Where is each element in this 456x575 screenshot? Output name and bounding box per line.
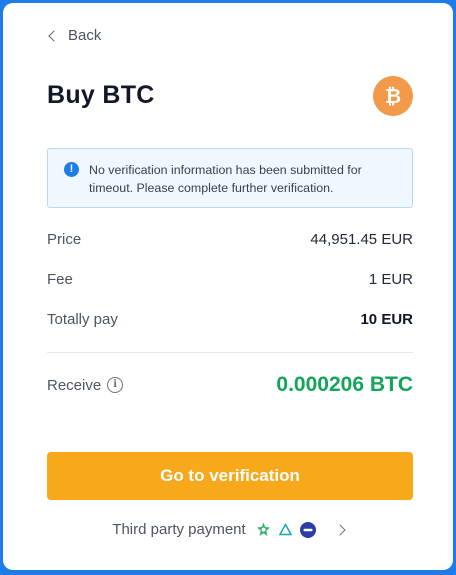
fee-value: 1 EUR	[368, 271, 413, 288]
notice-text: No verification information has been sub…	[89, 163, 362, 195]
verification-notice: ! No verification information has been s…	[47, 148, 413, 208]
back-button[interactable]: Back	[47, 27, 101, 44]
third-party-payment-link[interactable]: Third party payment	[3, 521, 453, 538]
svg-text:₿: ₿	[385, 84, 401, 108]
page-title: Buy BTC	[47, 81, 155, 109]
price-value: 44,951.45 EUR	[310, 231, 413, 248]
green-star-icon	[256, 522, 270, 536]
triangle-logo-icon	[278, 523, 292, 536]
info-icon[interactable]: i	[107, 377, 124, 393]
divider	[47, 352, 413, 353]
receive-value: 0.000206 BTC	[276, 373, 413, 396]
price-label: Price	[47, 231, 82, 248]
third-party-label: Third party payment	[112, 521, 246, 538]
fee-row: Fee 1 EUR	[47, 271, 413, 288]
payment-provider-icons	[256, 521, 316, 538]
fee-label: Fee	[47, 271, 73, 288]
receive-row: Receive i 0.000206 BTC	[47, 373, 413, 397]
total-label: Totally pay	[47, 311, 118, 328]
buy-card: Back Buy BTC ₿ ! No verification informa…	[3, 3, 453, 570]
go-to-verification-button[interactable]: Go to verification	[47, 452, 413, 500]
back-label: Back	[68, 27, 102, 44]
bitcoin-icon: ₿	[373, 76, 413, 116]
total-row: Totally pay 10 EUR	[47, 311, 413, 328]
receive-label: Receive	[47, 376, 102, 394]
info-icon: !	[64, 162, 79, 177]
total-value: 10 EUR	[360, 311, 413, 328]
chevron-right-icon	[334, 523, 346, 536]
chevron-left-icon	[48, 29, 60, 42]
blue-circle-logo-icon	[299, 521, 316, 538]
receive-label-group: Receive i	[47, 376, 124, 394]
price-row: Price 44,951.45 EUR	[47, 231, 413, 248]
